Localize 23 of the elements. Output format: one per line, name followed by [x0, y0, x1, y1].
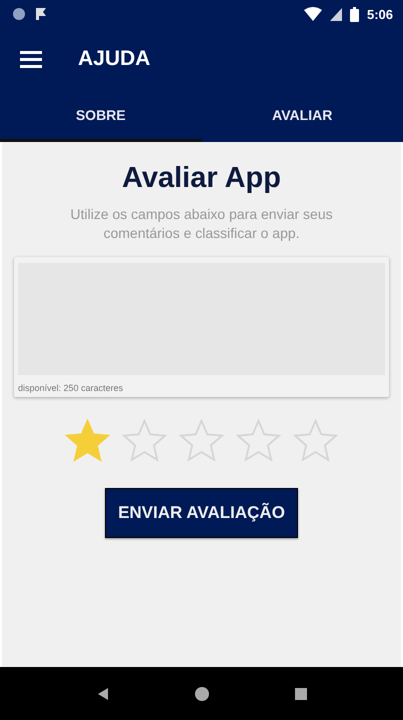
empty-star-icon[interactable]	[236, 419, 281, 462]
wifi-icon	[304, 7, 322, 21]
star-rating[interactable]	[65, 419, 338, 462]
menu-button[interactable]	[20, 50, 42, 68]
empty-star-icon[interactable]	[122, 419, 167, 462]
empty-star-icon[interactable]	[293, 419, 338, 462]
battery-icon	[350, 6, 359, 22]
flag-icon	[34, 7, 48, 21]
home-icon[interactable]	[194, 686, 210, 702]
submit-button[interactable]: ENVIAR AVALIAÇÃO	[105, 488, 298, 538]
page-title: Avaliar App	[122, 162, 281, 195]
empty-star-icon[interactable]	[179, 419, 224, 462]
back-icon[interactable]	[96, 686, 110, 700]
tab[interactable]: AVALIAR	[202, 90, 403, 142]
signal-icon	[330, 7, 342, 21]
recents-icon[interactable]	[294, 686, 308, 700]
menu-icon	[20, 50, 42, 68]
filled-star-icon[interactable]	[65, 419, 110, 462]
toolbar-title: AJUDA	[78, 47, 150, 71]
character-counter: disponível: 250 caracteres	[18, 383, 124, 393]
status-time: 5:06	[366, 6, 393, 22]
instructions-text: Utilize os campos abaixo para enviar seus comentários e classificar o app.	[69, 205, 334, 243]
notification-dot-icon	[12, 7, 26, 21]
